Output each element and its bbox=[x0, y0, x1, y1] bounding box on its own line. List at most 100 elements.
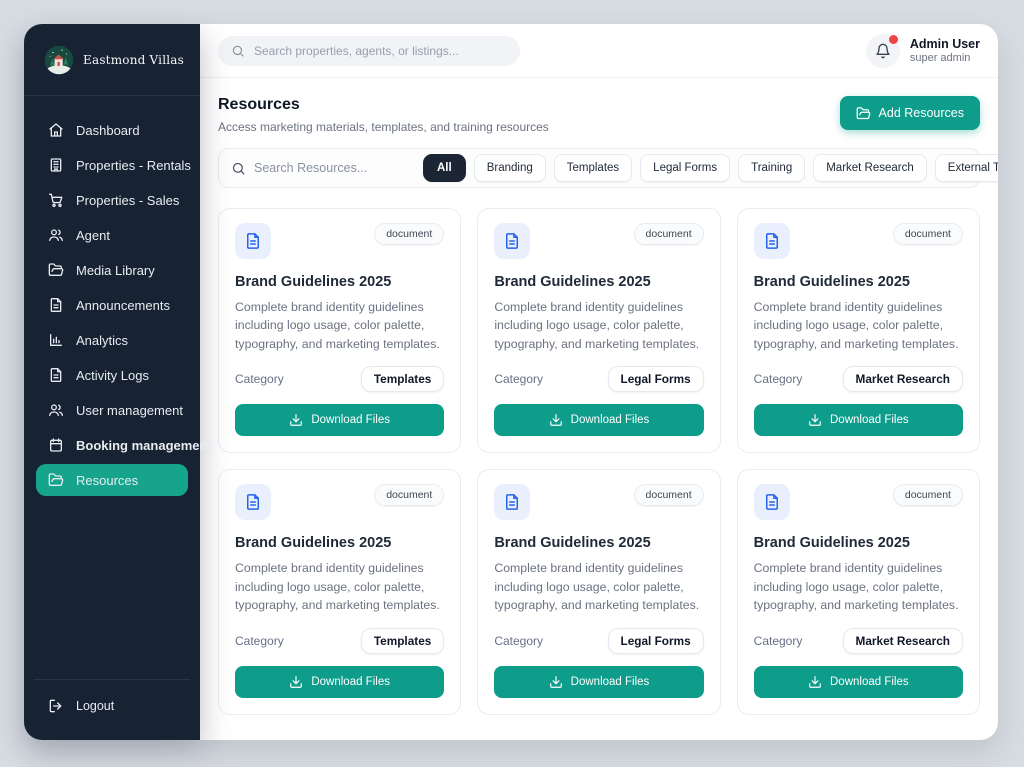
resource-title: Brand Guidelines 2025 bbox=[494, 535, 703, 551]
resource-card: document Brand Guidelines 2025 Complete … bbox=[737, 208, 980, 453]
download-icon bbox=[289, 675, 303, 689]
download-files-label: Download Files bbox=[571, 676, 650, 688]
resource-type-badge: document bbox=[374, 484, 444, 506]
resource-type-badge: document bbox=[634, 223, 704, 245]
sidebar-item-activity-logs[interactable]: Activity Logs bbox=[36, 359, 188, 391]
filter-chip-training[interactable]: Training bbox=[738, 154, 805, 182]
filter-chips: All Branding Templates Legal Forms Training M… bbox=[423, 154, 998, 182]
sidebar-item-properties-sales[interactable]: Properties - Sales bbox=[36, 184, 188, 216]
user-area: Admin User super admin bbox=[866, 34, 980, 68]
filter-chip-external-tools[interactable]: External Tools bbox=[935, 154, 998, 182]
download-files-button[interactable]: Download Files bbox=[494, 404, 703, 436]
filter-chip-templates[interactable]: Templates bbox=[554, 154, 632, 182]
file-icon bbox=[754, 223, 790, 259]
resource-description: Complete brand identity guidelines inclu… bbox=[494, 298, 703, 353]
file-icon bbox=[754, 484, 790, 520]
topbar: Admin User super admin bbox=[200, 24, 998, 78]
brand: Eastmond Villas bbox=[24, 24, 200, 96]
sidebar-item-analytics[interactable]: Analytics bbox=[36, 324, 188, 356]
sidebar-item-properties-rentals[interactable]: Properties - Rentals bbox=[36, 149, 188, 181]
resource-description: Complete brand identity guidelines inclu… bbox=[235, 559, 444, 614]
category-label: Category bbox=[754, 372, 803, 386]
resource-type-badge: document bbox=[374, 223, 444, 245]
file-icon bbox=[494, 484, 530, 520]
users-icon bbox=[48, 227, 64, 243]
page-title: Resources bbox=[218, 96, 549, 114]
folder-icon bbox=[48, 262, 64, 278]
user-info: Admin User super admin bbox=[910, 37, 980, 64]
sidebar-item-agent[interactable]: Agent bbox=[36, 219, 188, 251]
sidebar-nav: Dashboard Properties - Rentals Propertie… bbox=[24, 96, 200, 679]
category-label: Category bbox=[494, 634, 543, 648]
sidebar-item-media-library[interactable]: Media Library bbox=[36, 254, 188, 286]
filter-chip-branding[interactable]: Branding bbox=[474, 154, 546, 182]
resource-title: Brand Guidelines 2025 bbox=[235, 535, 444, 551]
resource-card: document Brand Guidelines 2025 Complete … bbox=[218, 208, 461, 453]
search-icon bbox=[231, 161, 246, 176]
resource-card: document Brand Guidelines 2025 Complete … bbox=[737, 469, 980, 714]
download-files-label: Download Files bbox=[311, 676, 390, 688]
download-icon bbox=[549, 675, 563, 689]
download-files-button[interactable]: Download Files bbox=[494, 666, 703, 698]
resource-type-badge: document bbox=[893, 223, 963, 245]
home-icon bbox=[48, 122, 64, 138]
category-label: Category bbox=[494, 372, 543, 386]
download-icon bbox=[808, 675, 822, 689]
global-search-input[interactable] bbox=[254, 44, 507, 58]
download-files-button[interactable]: Download Files bbox=[235, 666, 444, 698]
sidebar-item-announcements[interactable]: Announcements bbox=[36, 289, 188, 321]
category-label: Category bbox=[235, 372, 284, 386]
logout-button[interactable]: Logout bbox=[46, 694, 178, 718]
cart-icon bbox=[48, 192, 64, 208]
download-files-button[interactable]: Download Files bbox=[754, 666, 963, 698]
category-badge: Legal Forms bbox=[608, 628, 704, 654]
folder-icon bbox=[48, 472, 64, 488]
user-role: super admin bbox=[910, 52, 980, 64]
file-icon bbox=[235, 484, 271, 520]
resource-description: Complete brand identity guidelines inclu… bbox=[235, 298, 444, 353]
main-panel: Admin User super admin Resources Access … bbox=[200, 24, 998, 740]
category-badge: Legal Forms bbox=[608, 366, 704, 392]
sidebar-item-dashboard[interactable]: Dashboard bbox=[36, 114, 188, 146]
filter-chip-market-research[interactable]: Market Research bbox=[813, 154, 927, 182]
calendar-icon bbox=[48, 437, 64, 453]
sidebar-item-resources[interactable]: Resources bbox=[36, 464, 188, 496]
download-icon bbox=[289, 413, 303, 427]
resource-title: Brand Guidelines 2025 bbox=[235, 274, 444, 290]
global-search[interactable] bbox=[218, 36, 520, 66]
filter-bar: All Branding Templates Legal Forms Training M… bbox=[218, 148, 980, 188]
sidebar-item-user-management[interactable]: User management bbox=[36, 394, 188, 426]
villa-logo-icon bbox=[44, 45, 74, 75]
resource-card: document Brand Guidelines 2025 Complete … bbox=[477, 469, 720, 714]
category-label: Category bbox=[754, 634, 803, 648]
category-badge: Market Research bbox=[843, 366, 963, 392]
sidebar: Eastmond Villas Dashboard Properties - R… bbox=[24, 24, 200, 740]
download-files-label: Download Files bbox=[311, 414, 390, 426]
download-icon bbox=[549, 413, 563, 427]
notification-dot bbox=[889, 35, 898, 44]
filter-chip-all[interactable]: All bbox=[423, 154, 466, 182]
resource-description: Complete brand identity guidelines inclu… bbox=[754, 298, 963, 353]
resource-description: Complete brand identity guidelines inclu… bbox=[754, 559, 963, 614]
resource-card: document Brand Guidelines 2025 Complete … bbox=[477, 208, 720, 453]
sidebar-footer: Logout bbox=[34, 679, 190, 740]
resource-title: Brand Guidelines 2025 bbox=[754, 535, 963, 551]
download-files-button[interactable]: Download Files bbox=[754, 404, 963, 436]
sidebar-item-booking-management[interactable]: Booking management bbox=[36, 429, 188, 461]
add-resources-button[interactable]: Add Resources bbox=[840, 96, 980, 130]
chart-icon bbox=[48, 332, 64, 348]
notifications-button[interactable] bbox=[866, 34, 900, 68]
download-files-button[interactable]: Download Files bbox=[235, 404, 444, 436]
category-badge: Templates bbox=[361, 628, 444, 654]
download-icon bbox=[808, 413, 822, 427]
filter-chip-legal-forms[interactable]: Legal Forms bbox=[640, 154, 730, 182]
file-icon bbox=[494, 223, 530, 259]
category-badge: Market Research bbox=[843, 628, 963, 654]
resource-title: Brand Guidelines 2025 bbox=[754, 274, 963, 290]
logout-icon bbox=[48, 698, 64, 714]
brand-name: Eastmond Villas bbox=[83, 53, 184, 67]
file-icon bbox=[48, 297, 64, 313]
download-files-label: Download Files bbox=[830, 676, 909, 688]
resources-search-input[interactable] bbox=[254, 161, 415, 175]
file-icon bbox=[48, 367, 64, 383]
